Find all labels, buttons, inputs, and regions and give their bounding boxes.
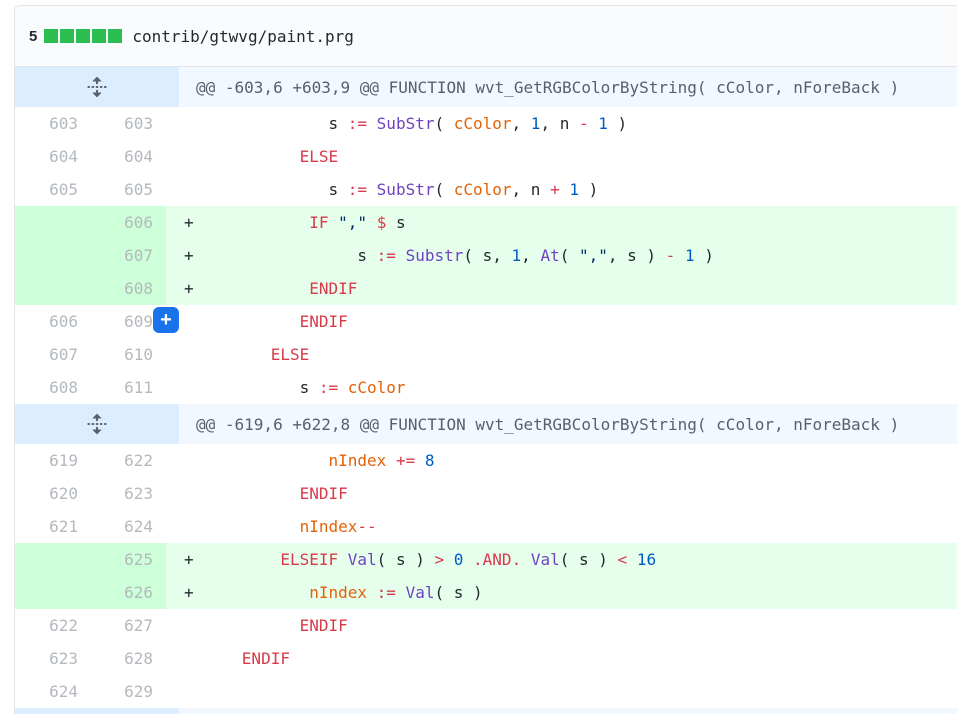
old-line-number[interactable]: 605 [15, 173, 90, 206]
diff-row: 604 604 ELSE [15, 140, 957, 173]
diffstat-square [108, 29, 123, 43]
expand-hunk-button[interactable] [15, 708, 179, 714]
new-line-number[interactable]: 606 [90, 206, 166, 239]
new-line-number[interactable]: 611 [90, 371, 166, 404]
old-line-number[interactable]: 608 [15, 371, 90, 404]
unfold-icon [87, 76, 107, 98]
hunk-header-text: @@ -603,6 +603,9 @@ FUNCTION wvt_GetRGBC… [196, 77, 900, 97]
diff-row: 605 605 s := SubStr( cColor, n + 1 ) [15, 173, 957, 206]
diff-row: 606 + IF "," $ s [15, 206, 957, 239]
code-cell: s := cColor [184, 378, 406, 397]
new-line-number[interactable]: 624 [90, 510, 166, 543]
old-line-number[interactable]: 603 [15, 107, 90, 140]
new-line-number[interactable]: 607 [90, 239, 166, 272]
diff-row: 619 622 nIndex += 8 [15, 444, 957, 477]
diff-row: 623 628 ENDIF [15, 642, 957, 675]
old-line-number[interactable]: 606 [15, 305, 90, 338]
diffstat-square [92, 29, 107, 43]
old-line-number[interactable]: 623 [15, 642, 90, 675]
old-line-number[interactable]: 619 [15, 444, 90, 477]
old-line-number[interactable]: 604 [15, 140, 90, 173]
code-cell: + IF "," $ s [166, 206, 957, 239]
hunk-header-row [15, 708, 957, 714]
new-line-number[interactable]: 608 [90, 272, 166, 305]
expand-hunk-button[interactable] [15, 404, 179, 444]
new-line-number[interactable]: 628 [90, 642, 166, 675]
expand-hunk-button[interactable] [15, 67, 179, 107]
diff-row: 607 610 ELSE [15, 338, 957, 371]
new-line-number[interactable]: 604 [90, 140, 166, 173]
old-line-number[interactable] [15, 239, 90, 272]
hunk-header-text [179, 708, 196, 714]
diffstat-square [76, 29, 91, 43]
code-cell: s := SubStr( cColor, 1, n - 1 ) [184, 114, 628, 133]
new-line-number[interactable]: 610 [90, 338, 166, 371]
new-line-number[interactable]: 626 [90, 576, 166, 609]
diff-row: 603 603 s := SubStr( cColor, 1, n - 1 ) [15, 107, 957, 140]
new-line-number[interactable]: 603 [90, 107, 166, 140]
code-cell: + ENDIF [166, 272, 957, 305]
hunk-header-row: @@ -603,6 +603,9 @@ FUNCTION wvt_GetRGBC… [15, 67, 957, 107]
diff-row: 608 611 s := cColor [15, 371, 957, 404]
new-line-number[interactable]: 627 [90, 609, 166, 642]
code-cell: nIndex-- [299, 517, 377, 536]
hunk-header-row: @@ -619,6 +622,8 @@ FUNCTION wvt_GetRGBC… [15, 404, 957, 444]
diff-row: 624 629 [15, 675, 957, 708]
code-cell: ENDIF [299, 616, 348, 635]
diffstat-squares [44, 29, 123, 43]
diff-row: 626 + nIndex := Val( s ) [15, 576, 957, 609]
diff-table: @@ -603,6 +603,9 @@ FUNCTION wvt_GetRGBC… [15, 67, 957, 714]
diff-row: 606 609 ENDIF + [15, 305, 957, 338]
code-cell: + s := Substr( s, 1, At( ",", s ) - 1 ) [166, 239, 957, 272]
old-line-number[interactable] [15, 206, 90, 239]
code-cell: ELSE [270, 345, 310, 364]
diff-row: 621 624 nIndex-- [15, 510, 957, 543]
code-cell: nIndex += 8 [328, 451, 435, 470]
code-cell: ENDIF [299, 484, 348, 503]
hunk-header-text: @@ -619,6 +622,8 @@ FUNCTION wvt_GetRGBC… [196, 414, 900, 434]
diff-row: 608 + ENDIF [15, 272, 957, 305]
code-cell: ENDIF [241, 649, 290, 668]
code-cell [166, 675, 957, 708]
old-line-number[interactable]: 620 [15, 477, 90, 510]
old-line-number[interactable] [15, 576, 90, 609]
diffstat-square [44, 29, 59, 43]
diff-row: 607 + s := Substr( s, 1, At( ",", s ) - … [15, 239, 957, 272]
diffstat-square [60, 29, 75, 43]
old-line-number[interactable]: 621 [15, 510, 90, 543]
diff-row: 620 623 ENDIF [15, 477, 957, 510]
old-line-number[interactable]: 624 [15, 675, 90, 708]
code-cell: ELSE [299, 147, 339, 166]
code-cell: + ELSEIF Val( s ) > 0 .AND. Val( s ) < 1… [166, 543, 957, 576]
old-line-number[interactable]: 622 [15, 609, 90, 642]
code-cell: ENDIF [299, 312, 348, 331]
add-comment-button[interactable]: + [153, 307, 179, 333]
code-cell: s := SubStr( cColor, n + 1 ) [184, 180, 599, 199]
code-cell: + nIndex := Val( s ) [166, 576, 957, 609]
new-line-number[interactable]: 622 [90, 444, 166, 477]
new-line-number[interactable]: 605 [90, 173, 166, 206]
file-header: 5 contrib/gtwvg/paint.prg [15, 6, 957, 67]
new-line-number[interactable]: 625 [90, 543, 166, 576]
old-line-number[interactable] [15, 272, 90, 305]
file-path[interactable]: contrib/gtwvg/paint.prg [132, 27, 354, 46]
old-line-number[interactable] [15, 543, 90, 576]
new-line-number[interactable]: 623 [90, 477, 166, 510]
diff-file-card: 5 contrib/gtwvg/paint.prg @@ -603,6 +603… [14, 5, 957, 714]
diff-row: 625 + ELSEIF Val( s ) > 0 .AND. Val( s )… [15, 543, 957, 576]
new-line-number[interactable]: 629 [90, 675, 166, 708]
old-line-number[interactable]: 607 [15, 338, 90, 371]
diffstat-count: 5 [29, 27, 38, 45]
diff-row: 622 627 ENDIF [15, 609, 957, 642]
unfold-icon [87, 413, 107, 435]
